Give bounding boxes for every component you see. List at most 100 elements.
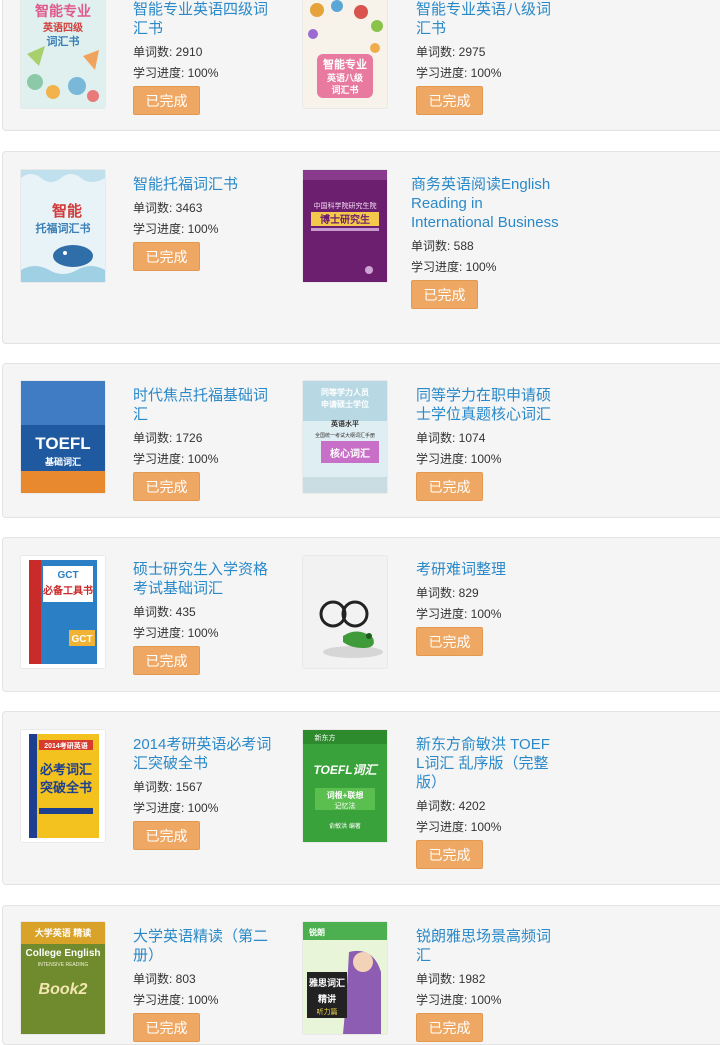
book-title-link[interactable]: 智能专业英语四级词汇书	[133, 0, 275, 38]
study-progress: 学习进度: 100%	[133, 452, 219, 466]
study-progress: 学习进度: 100%	[416, 607, 502, 621]
book-cover-ielts[interactable]: 锐朗 雅思词汇 精讲 听力篇	[303, 922, 387, 1034]
study-progress: 学习进度: 100%	[133, 222, 219, 236]
cover-line: 必备工具书	[42, 584, 93, 597]
word-count: 单词数: 803	[133, 972, 196, 986]
book-cover-business-reading[interactable]: 中国科学院研究生院 博士研究生	[303, 170, 387, 282]
book-title-link[interactable]: 考研难词整理	[416, 560, 558, 579]
book-cover-college-english[interactable]: 大学英语 精读 College English INTENSIVE READIN…	[21, 922, 105, 1034]
book-cover-hard-words[interactable]	[303, 556, 387, 668]
book-title-link[interactable]: 智能托福词汇书	[133, 175, 275, 194]
book-info: 商务英语阅读English Reading in International B…	[411, 175, 561, 309]
word-count: 单词数: 4202	[416, 799, 486, 813]
cover-line: College English	[25, 948, 100, 959]
book-cover-equivalent-degree[interactable]: 同等学力人员 申请硕士学位 英语水平 全国统一考试大纲词汇手册 核心词汇	[303, 381, 387, 493]
word-count: 单词数: 1074	[416, 431, 486, 445]
word-count: 单词数: 588	[411, 239, 474, 253]
cover-line: 词汇书	[47, 34, 80, 48]
book-info: 锐朗雅思场景高频词汇 单词数: 1982 学习进度: 100% 已完成	[416, 927, 558, 1042]
book-title-link[interactable]: 锐朗雅思场景高频词汇	[416, 927, 558, 965]
word-count: 单词数: 829	[416, 586, 479, 600]
cover-line: 新东方	[315, 733, 336, 742]
study-progress: 学习进度: 100%	[133, 626, 219, 640]
cover-line: 全国统一考试大纲词汇手册	[315, 432, 375, 439]
book-info: 智能专业英语四级词汇书 单词数: 2910 学习进度: 100% 已完成	[133, 0, 275, 115]
cover-line: 智能专业	[34, 3, 91, 19]
book-cover-tem8[interactable]: 智能专业 英语八级 词汇书	[303, 0, 387, 108]
book-cover-xdf-toefl[interactable]: 新东方 TOEFL词汇 词根+联想 记忆法 俞敏洪 编著	[303, 730, 387, 842]
word-count: 单词数: 1567	[133, 780, 203, 794]
completed-button[interactable]: 已完成	[133, 821, 200, 850]
cover-line: 同等学力人员	[321, 387, 369, 397]
completed-button[interactable]: 已完成	[416, 86, 483, 115]
cover-line: 核心词汇	[330, 447, 370, 460]
book-title-link[interactable]: 新东方俞敏洪 TOEFL词汇 乱序版（完整版）	[416, 735, 558, 792]
cover-line: 智能	[52, 202, 82, 220]
study-progress: 学习进度: 100%	[133, 66, 219, 80]
book-title-link[interactable]: 同等学力在职申请硕士学位真题核心词汇	[416, 386, 558, 424]
book-cover-toefl-smart[interactable]: 智能 托福词汇书	[21, 170, 105, 282]
book-title-link[interactable]: 硕士研究生入学资格考试基础词汇	[133, 560, 275, 598]
book-info: 2014考研英语必考词汇突破全书 单词数: 1567 学习进度: 100% 已完…	[133, 735, 275, 850]
book-cover-2014-kaoyan[interactable]: 2014考研英语 必考词汇 突破全书	[21, 730, 105, 842]
book-info: 智能专业英语八级词汇书 单词数: 2975 学习进度: 100% 已完成	[416, 0, 558, 115]
book-info: 考研难词整理 单词数: 829 学习进度: 100% 已完成	[416, 560, 558, 656]
book-title-link[interactable]: 商务英语阅读English Reading in International B…	[411, 175, 561, 232]
cover-line: Book2	[39, 981, 88, 998]
study-progress: 学习进度: 100%	[411, 260, 497, 274]
cover-line: INTENSIVE READING	[38, 962, 89, 968]
cover-line: 听力篇	[317, 1007, 338, 1016]
cover-line: 词汇书	[331, 84, 358, 95]
study-progress: 学习进度: 100%	[416, 66, 502, 80]
study-progress: 学习进度: 100%	[416, 452, 502, 466]
completed-button[interactable]: 已完成	[133, 1013, 200, 1042]
book-title-link[interactable]: 时代焦点托福基础词汇	[133, 386, 275, 424]
cover-line: TOEFL词汇	[313, 763, 378, 777]
study-progress: 学习进度: 100%	[133, 801, 219, 815]
book-cover-cet4[interactable]: 智能专业 英语四级 词汇书	[21, 0, 105, 108]
cover-line: 英语四级	[42, 21, 84, 34]
cover-line: 英语水平	[330, 419, 359, 428]
completed-button[interactable]: 已完成	[133, 472, 200, 501]
completed-button[interactable]: 已完成	[133, 242, 200, 271]
completed-button[interactable]: 已完成	[416, 627, 483, 656]
word-count: 单词数: 1726	[133, 431, 203, 445]
book-cover-gct[interactable]: GCT 必备工具书 GCT	[21, 556, 105, 668]
cover-line: 突破全书	[40, 780, 92, 795]
completed-button[interactable]: 已完成	[416, 1013, 483, 1042]
word-count: 单词数: 435	[133, 605, 196, 619]
book-title-link[interactable]: 大学英语精读（第二册）	[133, 927, 275, 965]
word-count: 单词数: 2910	[133, 45, 203, 59]
book-cover-toefl-basic[interactable]: TOEFL 基础词汇	[21, 381, 105, 493]
book-info: 时代焦点托福基础词汇 单词数: 1726 学习进度: 100% 已完成	[133, 386, 275, 501]
word-count: 单词数: 3463	[133, 201, 203, 215]
word-count: 单词数: 1982	[416, 972, 486, 986]
cover-line: 雅思词汇	[308, 977, 345, 988]
cover-line: 中国科学院研究生院	[314, 201, 377, 210]
cover-line: 记忆法	[335, 801, 356, 810]
cover-line: 智能专业	[323, 57, 367, 71]
book-info: 大学英语精读（第二册） 单词数: 803 学习进度: 100% 已完成	[133, 927, 275, 1042]
cover-line: 词根+联想	[327, 790, 364, 800]
cover-line: 博士研究生	[320, 213, 370, 226]
cover-line: 申请硕士学位	[321, 399, 369, 409]
completed-button[interactable]: 已完成	[133, 86, 200, 115]
word-count: 单词数: 2975	[416, 45, 486, 59]
book-info: 同等学力在职申请硕士学位真题核心词汇 单词数: 1074 学习进度: 100% …	[416, 386, 558, 501]
book-title-link[interactable]: 智能专业英语八级词汇书	[416, 0, 558, 38]
completed-button[interactable]: 已完成	[416, 472, 483, 501]
completed-button[interactable]: 已完成	[133, 646, 200, 675]
cover-line: GCT	[57, 570, 78, 581]
book-info: 智能托福词汇书 单词数: 3463 学习进度: 100% 已完成	[133, 175, 275, 271]
cover-line: 基础词汇	[44, 456, 81, 467]
completed-button[interactable]: 已完成	[411, 280, 478, 309]
book-title-link[interactable]: 2014考研英语必考词汇突破全书	[133, 735, 275, 773]
cover-line: 必考词汇	[39, 762, 92, 777]
cover-line: 托福词汇书	[36, 221, 91, 235]
cover-line: GCT	[71, 634, 92, 645]
cover-line: 俞敏洪 编著	[329, 822, 361, 830]
cover-line: 锐朗	[309, 927, 325, 937]
book-info: 新东方俞敏洪 TOEFL词汇 乱序版（完整版） 单词数: 4202 学习进度: …	[416, 735, 558, 869]
completed-button[interactable]: 已完成	[416, 840, 483, 869]
book-info: 硕士研究生入学资格考试基础词汇 单词数: 435 学习进度: 100% 已完成	[133, 560, 275, 675]
